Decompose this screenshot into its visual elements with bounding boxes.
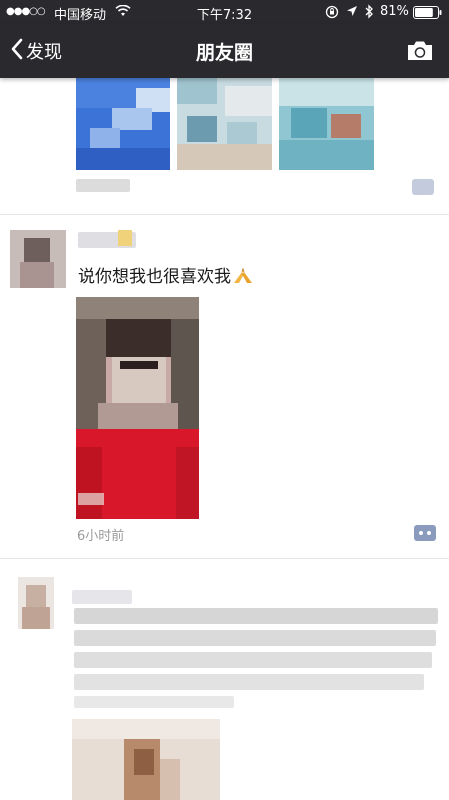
divider	[0, 214, 449, 215]
post-1-image-3[interactable]	[279, 78, 374, 170]
location-icon	[346, 5, 358, 22]
post-3-image[interactable]	[72, 719, 220, 800]
divider	[0, 558, 449, 559]
battery-icon	[413, 6, 443, 23]
navigation-bar: 发现 朋友圈	[0, 24, 449, 78]
post-1-comment-button[interactable]	[412, 179, 434, 195]
post-3-avatar[interactable]	[18, 577, 54, 629]
post-1-time	[76, 179, 130, 192]
comment-dot-icon	[419, 531, 423, 535]
post-3-text-line	[74, 674, 424, 690]
moments-feed[interactable]: 说你想我也很喜欢我 6小时前	[0, 78, 449, 800]
post-2-username-emoji	[118, 230, 132, 246]
post-2-comment-button[interactable]	[414, 525, 436, 541]
post-3-text-line	[74, 630, 436, 646]
page-title: 朋友圈	[195, 42, 253, 64]
bluetooth-icon	[364, 4, 374, 23]
comment-dot-icon	[427, 531, 431, 535]
status-bar: ●●●○○ 中国移动 下午7:32 81%	[0, 0, 449, 24]
post-2-text-content: 说你想我也很喜欢我	[78, 267, 231, 287]
post-3-username	[72, 590, 132, 604]
post-1-image-1[interactable]	[76, 78, 170, 170]
post-3-text-line	[74, 652, 432, 668]
orientation-lock-icon	[325, 5, 339, 23]
camera-icon[interactable]	[405, 39, 435, 63]
post-2-image[interactable]	[76, 297, 199, 519]
post-1-image-2[interactable]	[177, 78, 272, 170]
post-3-text-line	[74, 608, 438, 624]
praying-hands-icon	[233, 267, 253, 289]
post-2-time: 6小时前	[77, 529, 125, 544]
post-2-text: 说你想我也很喜欢我	[78, 262, 253, 289]
post-2-avatar[interactable]	[10, 230, 66, 288]
battery-percent: 81%	[380, 4, 409, 19]
post-3-text-line	[74, 696, 234, 708]
